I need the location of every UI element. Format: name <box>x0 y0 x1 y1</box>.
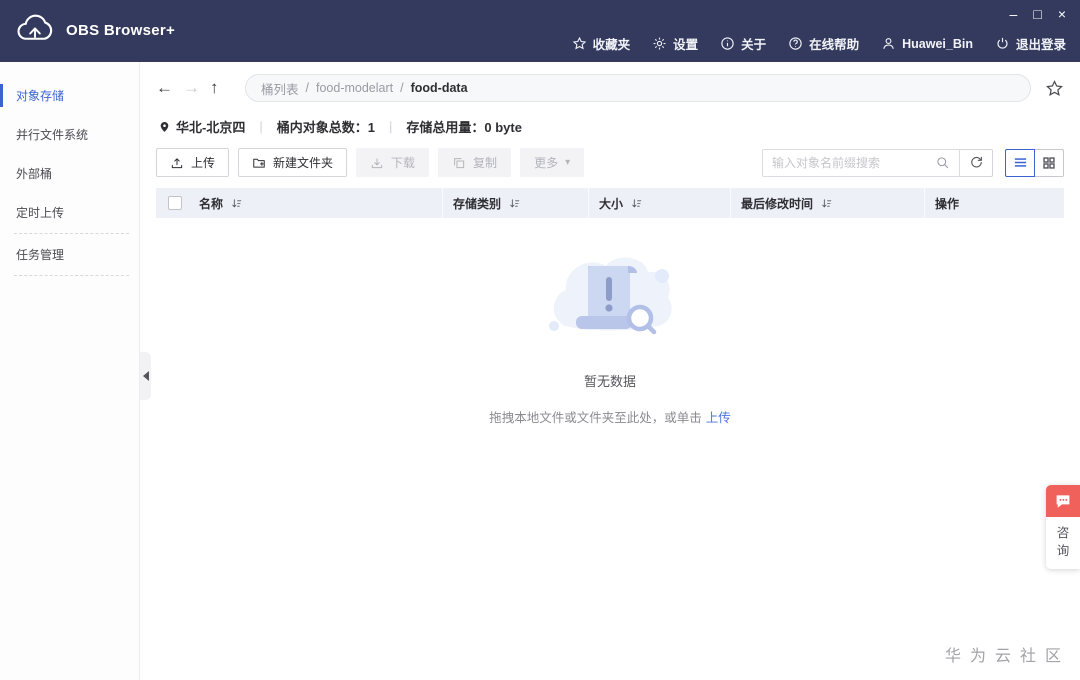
column-size: 大小 <box>588 188 730 218</box>
list-view-icon <box>1013 155 1028 170</box>
menu-settings[interactable]: 设置 <box>652 34 698 53</box>
sort-icon[interactable] <box>508 197 521 210</box>
view-toggle-group <box>1005 148 1064 177</box>
empty-data-illustration <box>540 250 680 352</box>
help-icon <box>788 36 803 51</box>
column-name: 名称 <box>156 188 442 218</box>
sort-icon[interactable] <box>820 197 833 210</box>
empty-state-title: 暂无数据 <box>583 374 636 389</box>
top-menu: 收藏夹 设置 关于 在线帮助 Huawei_Bin 退出登录 <box>572 34 1066 53</box>
app-title: OBS Browser+ <box>66 21 176 39</box>
consult-label: 咨询 <box>1056 526 1070 558</box>
sort-icon[interactable] <box>630 197 643 210</box>
chevron-down-icon: ▾ <box>565 157 571 168</box>
empty-state: 暂无数据 拖拽本地文件或文件夹至此处，或单击 上传 <box>156 250 1064 426</box>
info-divider: | <box>388 119 393 134</box>
grid-view-button[interactable] <box>1034 148 1064 177</box>
breadcrumb-root[interactable]: 桶列表 <box>261 79 299 98</box>
column-modified-time: 最后修改时间 <box>730 188 924 218</box>
obs-cloud-logo-icon <box>14 9 56 51</box>
menu-logout[interactable]: 退出登录 <box>995 34 1066 53</box>
download-button[interactable]: 下载 <box>356 148 430 177</box>
region-label: 华北-北京四 <box>176 120 246 135</box>
menu-user[interactable]: Huawei_Bin <box>881 36 973 51</box>
consult-chat-icon <box>1046 485 1080 517</box>
sidebar-item-scheduled-upload[interactable]: 定时上传 <box>0 193 139 232</box>
new-folder-button[interactable]: 新建文件夹 <box>238 148 348 177</box>
bucket-info-bar: 华北-北京四 | 桶内对象总数：1 | 存储总用量：0 byte <box>156 102 1064 148</box>
sidebar-item-task-management[interactable]: 任务管理 <box>0 235 139 274</box>
upload-icon <box>170 156 184 170</box>
search-input[interactable] <box>772 155 935 170</box>
location-pin-icon <box>158 119 171 134</box>
titlebar: OBS Browser+ – □ × 收藏夹 设置 关于 在线帮助 Huawei… <box>0 0 1080 62</box>
sort-icon[interactable] <box>230 197 243 210</box>
table-header: 名称 存储类别 大小 最后修改时间 操作 <box>156 188 1064 218</box>
watermark: 华为云社区 <box>944 648 1070 665</box>
star-icon <box>572 36 587 51</box>
menu-favorites[interactable]: 收藏夹 <box>572 34 630 53</box>
grid-view-icon <box>1042 156 1056 170</box>
search-icon[interactable] <box>935 155 950 170</box>
column-action: 操作 <box>924 188 1064 218</box>
storage-usage-label: 存储总用量：0 byte <box>406 120 522 135</box>
copy-button[interactable]: 复制 <box>438 148 512 177</box>
up-arrow-icon[interactable]: ↑ <box>210 78 237 98</box>
maximize-icon[interactable]: □ <box>1033 6 1041 22</box>
refresh-icon <box>969 155 984 170</box>
empty-state-hint: 拖拽本地文件或文件夹至此处，或单击 上传 <box>489 411 731 425</box>
gear-icon <box>652 36 667 51</box>
breadcrumb-bucket[interactable]: food-modelart <box>316 81 393 95</box>
back-arrow-icon[interactable]: ← <box>156 78 183 98</box>
consult-floating-button[interactable]: 咨询 <box>1046 485 1080 569</box>
sidebar-collapse-handle[interactable] <box>140 352 151 400</box>
breadcrumb-separator: / <box>400 81 404 95</box>
download-icon <box>370 156 384 170</box>
user-icon <box>881 36 896 51</box>
favorite-star-icon[interactable] <box>1045 79 1064 98</box>
info-icon <box>720 36 735 51</box>
menu-help[interactable]: 在线帮助 <box>788 34 859 53</box>
sidebar-item-parallel-fs[interactable]: 并行文件系统 <box>0 115 139 154</box>
power-icon <box>995 36 1010 51</box>
close-icon[interactable]: × <box>1058 6 1066 22</box>
sidebar-item-external-bucket[interactable]: 外部桶 <box>0 154 139 193</box>
forward-arrow-icon[interactable]: → <box>183 78 210 98</box>
select-all-checkbox[interactable] <box>168 196 182 210</box>
list-view-button[interactable] <box>1005 148 1035 177</box>
upload-button[interactable]: 上传 <box>156 148 230 177</box>
object-count-label: 桶内对象总数：1 <box>276 120 375 135</box>
main-panel: ← → ↑ 桶列表 / food-modelart / food-data 华北… <box>140 62 1080 680</box>
column-storage-class: 存储类别 <box>442 188 588 218</box>
sidebar-item-object-storage[interactable]: 对象存储 <box>0 76 139 115</box>
minimize-icon[interactable]: – <box>1010 6 1018 22</box>
app-logo: OBS Browser+ <box>14 9 175 51</box>
menu-about[interactable]: 关于 <box>720 34 766 53</box>
search-box <box>762 148 960 177</box>
sidebar-divider <box>14 275 129 276</box>
more-button[interactable]: 更多 ▾ <box>520 148 585 177</box>
toolbar: 上传 新建文件夹 下载 复制 更多 ▾ 输入对象名前缀搜索 <box>156 148 1064 177</box>
copy-icon <box>452 156 466 170</box>
breadcrumb-current: food-data <box>410 81 468 95</box>
upload-link[interactable]: 上传 <box>706 411 731 425</box>
window-controls: – □ × <box>1010 6 1066 22</box>
navigation-bar: ← → ↑ 桶列表 / food-modelart / food-data <box>156 62 1064 102</box>
sidebar: 对象存储 并行文件系统 外部桶 定时上传 任务管理 <box>0 62 140 680</box>
collapse-left-icon <box>142 371 149 381</box>
refresh-button[interactable] <box>960 148 993 177</box>
breadcrumb: 桶列表 / food-modelart / food-data <box>245 74 1031 102</box>
sidebar-divider <box>14 233 129 234</box>
info-divider: | <box>259 119 263 134</box>
folder-plus-icon <box>252 156 266 170</box>
breadcrumb-separator: / <box>305 81 309 95</box>
